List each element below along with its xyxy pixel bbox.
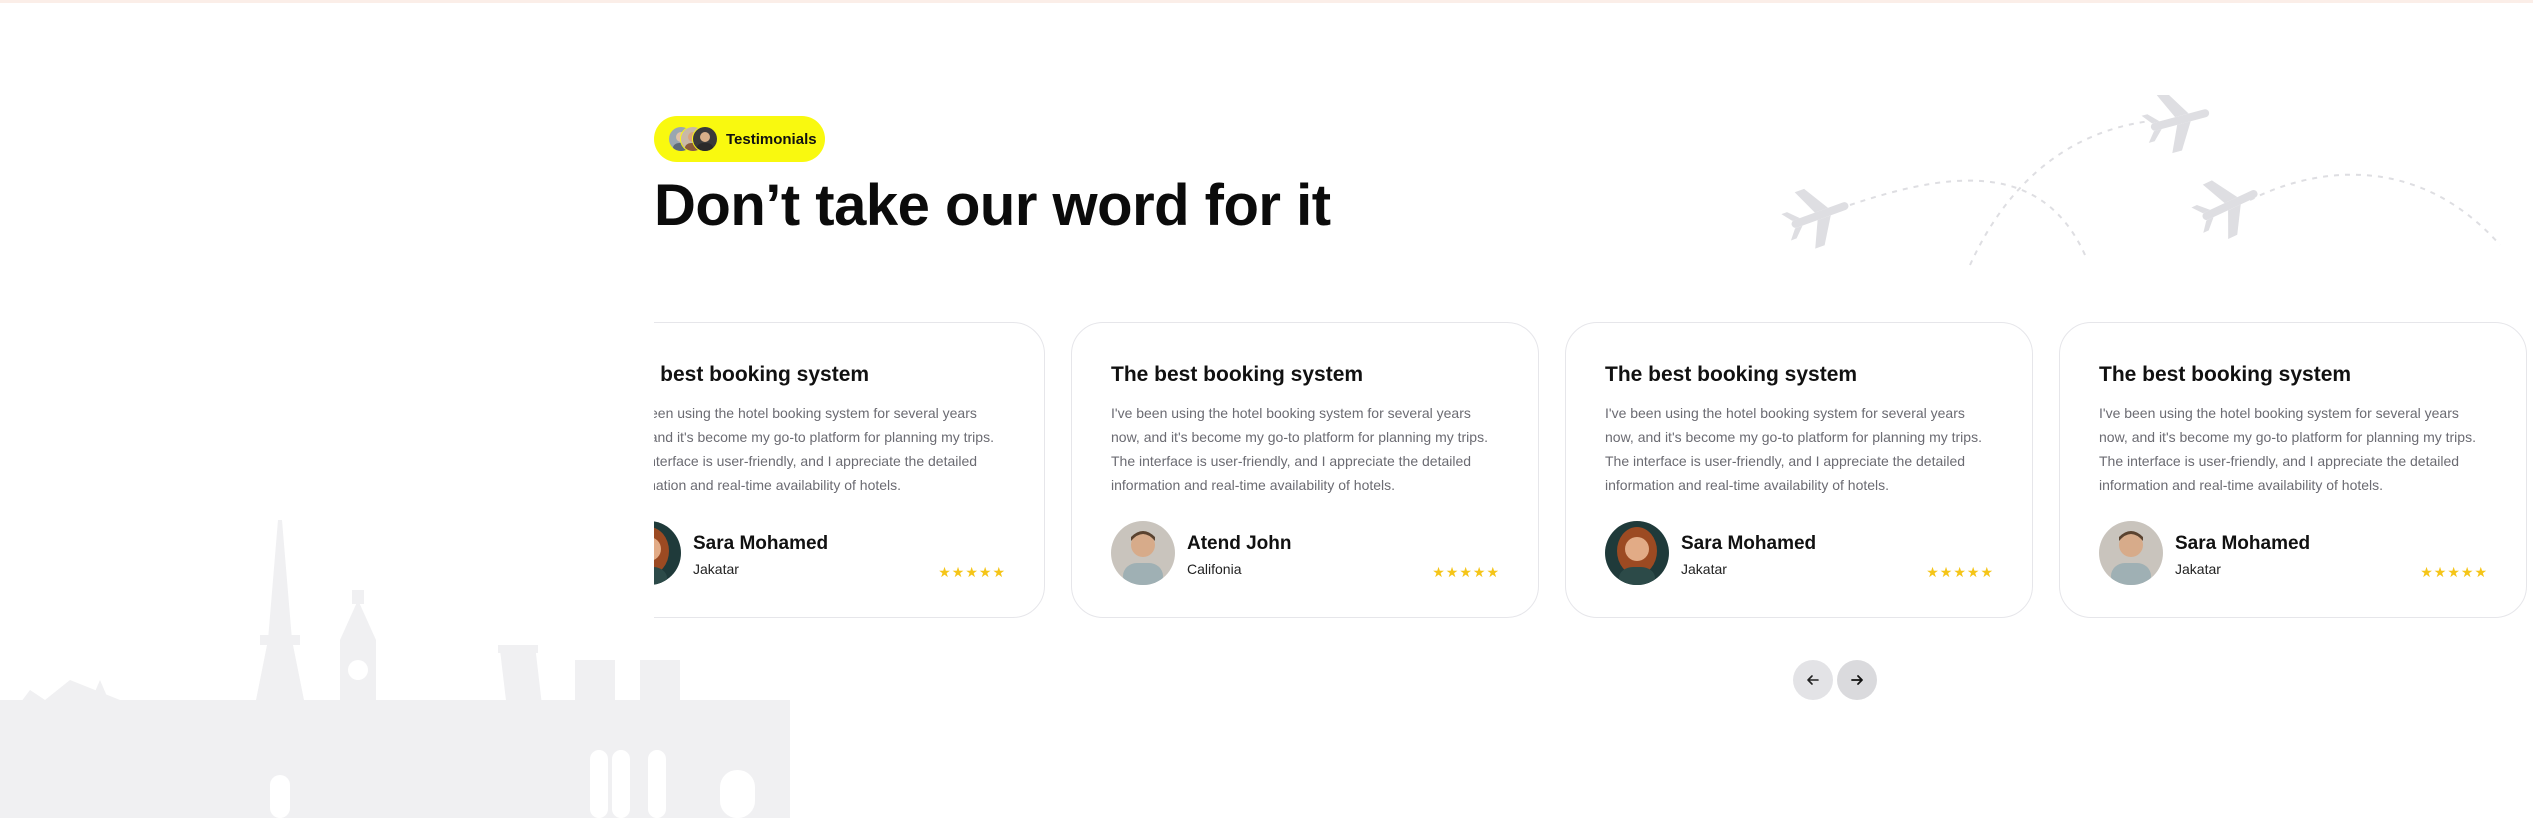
reviewer-location: Jakatar [2175,561,2221,577]
avatar [1111,521,1175,585]
carousel-next-button[interactable] [1837,660,1877,700]
testimonial-card: The best booking system I've been using … [1565,322,2033,618]
avatar [692,126,718,152]
badge-label: Testimonials [726,130,817,148]
testimonial-text: I've been using the hotel booking system… [654,405,994,493]
star-rating: ★★★★★ [938,565,1006,581]
testimonial-title: The best booking system [1605,363,1858,386]
section-title: Don’t take our word for it [654,173,1331,238]
testimonial-text: I've been using the hotel booking system… [1605,405,1982,493]
testimonial-card: The best booking system I've been using … [654,322,1045,618]
arrow-left-icon [1807,675,1819,685]
reviewer-location: Califonia [1187,561,1242,577]
reviewer-name: Sara Mohamed [2175,533,2311,554]
reviewer-location: Jakatar [693,561,739,577]
top-divider [0,0,2533,3]
carousel-prev-button[interactable] [1793,660,1833,700]
star-rating: ★★★★★ [1926,565,1994,581]
testimonials-carousel[interactable]: The best booking system I've been using … [654,320,2533,620]
reviewer-name: Sara Mohamed [693,533,829,554]
reviewer-name: Atend John [1187,533,1292,554]
avatar [2099,521,2163,585]
airplanes-illustration [1781,95,2501,266]
avatar [1605,521,1669,585]
testimonial-card: The best booking system I've been using … [2059,322,2527,618]
testimonial-text: I've been using the hotel booking system… [2099,405,2476,493]
testimonials-badge: Testimonials [654,116,825,162]
avatar [654,521,681,585]
badge-avatar-group [668,126,718,152]
testimonial-text: I've been using the hotel booking system… [1111,405,1488,493]
testimonial-title: The best booking system [2099,363,2352,386]
testimonial-title: The best booking system [654,363,870,386]
star-rating: ★★★★★ [1432,565,1500,581]
testimonial-title: The best booking system [1111,363,1364,386]
star-rating: ★★★★★ [2420,565,2488,581]
arrow-right-icon [1851,675,1863,685]
testimonial-card: The best booking system I've been using … [1071,322,1539,618]
reviewer-name: Sara Mohamed [1681,533,1817,554]
reviewer-location: Jakatar [1681,561,1727,577]
